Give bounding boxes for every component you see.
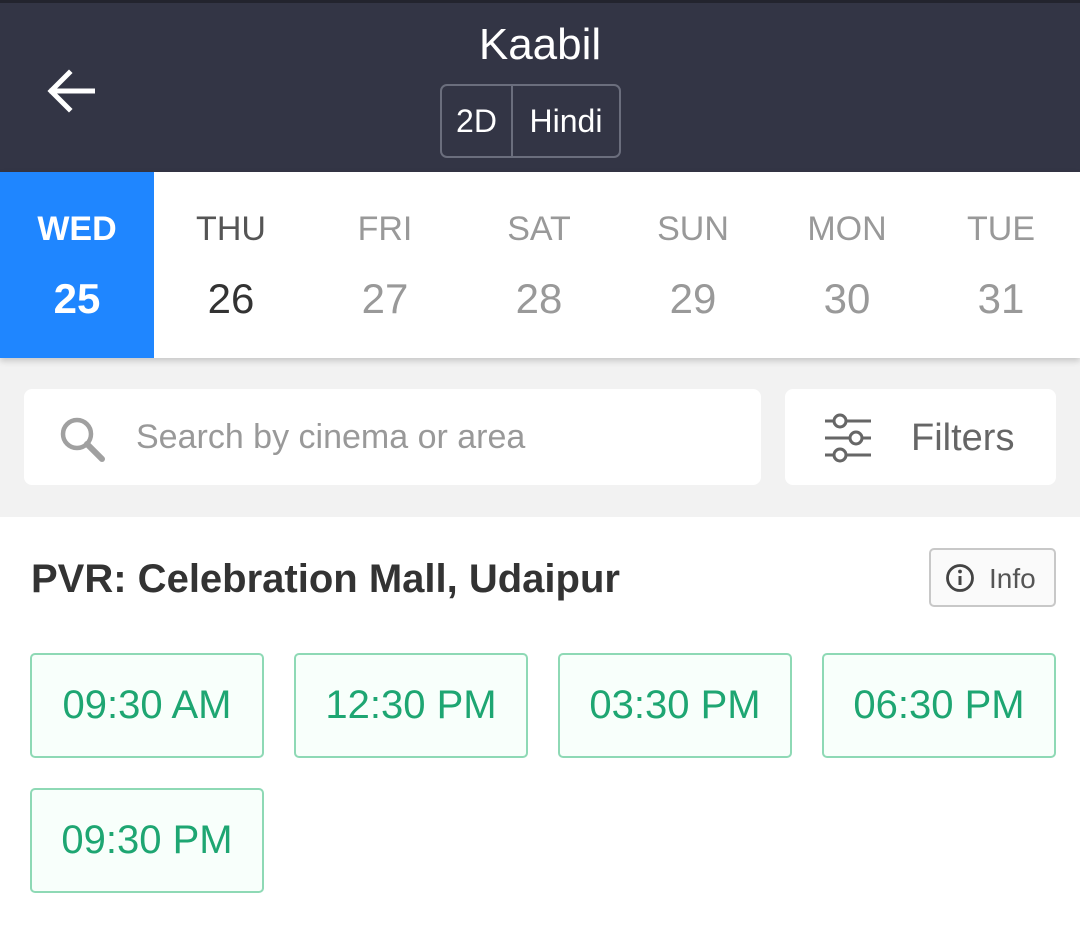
arrow-left-icon xyxy=(47,69,95,113)
date-day-label: SAT xyxy=(507,210,571,248)
filters-button[interactable]: Filters xyxy=(785,389,1056,485)
date-day-label: SUN xyxy=(657,210,729,248)
info-button[interactable]: Info xyxy=(929,548,1056,607)
back-button[interactable] xyxy=(38,61,104,121)
date-sun-29[interactable]: SUN 29 xyxy=(616,172,770,358)
date-selector: WED 25 THU 26 FRI 27 SAT 28 SUN 29 MON 3… xyxy=(0,172,1080,358)
movie-title: Kaabil xyxy=(478,20,602,69)
cinema-card: PVR: Celebration Mall, Udaipur Info 09:3… xyxy=(0,517,1080,942)
date-day-label: TUE xyxy=(967,210,1035,248)
cinema-name[interactable]: PVR: Celebration Mall, Udaipur xyxy=(31,557,620,602)
showtime-button[interactable]: 12:30 PM xyxy=(294,653,528,758)
date-day-label: MON xyxy=(807,210,887,248)
date-number: 29 xyxy=(669,275,717,322)
date-tue-31[interactable]: TUE 31 xyxy=(924,172,1078,358)
showtime-button[interactable]: 03:30 PM xyxy=(558,653,792,758)
showtime-button[interactable]: 09:30 AM xyxy=(30,653,264,758)
search-filter-bar: Search by cinema or area Filters xyxy=(0,358,1080,517)
search-input[interactable]: Search by cinema or area xyxy=(24,389,761,485)
date-wed-25[interactable]: WED 25 xyxy=(0,172,154,358)
search-placeholder: Search by cinema or area xyxy=(136,418,526,456)
app-header: Kaabil 2D Hindi xyxy=(0,0,1080,172)
date-number: 28 xyxy=(515,275,563,322)
date-mon-30[interactable]: MON 30 xyxy=(770,172,924,358)
date-number: 25 xyxy=(53,275,101,322)
date-sat-28[interactable]: SAT 28 xyxy=(462,172,616,358)
info-circle-icon xyxy=(946,564,974,592)
search-icon xyxy=(60,417,105,462)
showtime-button[interactable]: 09:30 PM xyxy=(30,788,264,893)
date-thu-26[interactable]: THU 26 xyxy=(154,172,308,358)
language-badge[interactable]: Hindi xyxy=(513,86,619,156)
date-number: 31 xyxy=(977,275,1025,322)
filters-label: Filters xyxy=(911,417,1015,459)
info-label: Info xyxy=(989,563,1036,594)
date-day-label: THU xyxy=(196,210,266,248)
date-day-label: FRI xyxy=(357,210,413,248)
date-fri-27[interactable]: FRI 27 xyxy=(308,172,462,358)
date-number: 30 xyxy=(823,275,871,322)
date-number: 27 xyxy=(361,275,409,322)
date-day-label: WED xyxy=(37,210,117,248)
sliders-icon xyxy=(825,413,871,463)
format-badge[interactable]: 2D xyxy=(442,86,513,156)
format-language-selector[interactable]: 2D Hindi xyxy=(440,84,621,158)
date-number: 26 xyxy=(207,275,255,322)
showtime-button[interactable]: 06:30 PM xyxy=(822,653,1056,758)
